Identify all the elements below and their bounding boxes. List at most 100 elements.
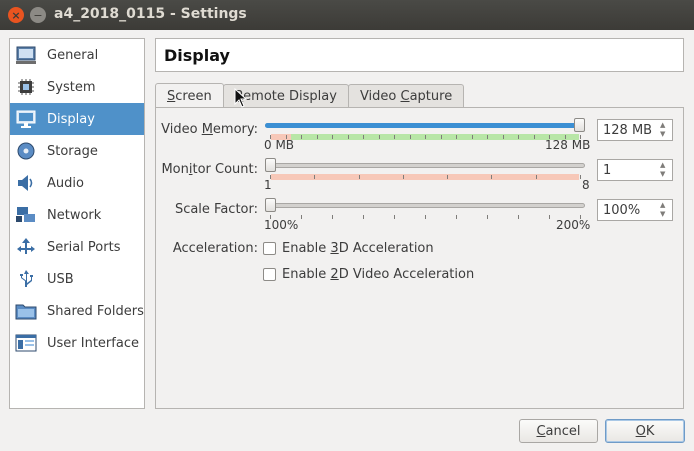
tab-video-capture[interactable]: Video Capture (347, 84, 465, 108)
ok-button[interactable]: OK (605, 419, 685, 443)
spin-up-icon[interactable]: ▲ (660, 202, 670, 209)
sidebar-item-usb[interactable]: USB (10, 263, 144, 295)
network-icon (14, 204, 38, 226)
close-window-button[interactable]: × (8, 7, 24, 23)
acceleration-label: Acceleration: (172, 241, 258, 256)
spinbox-value: 128 MB (603, 122, 653, 138)
scale-factor-spinbox[interactable]: 100% ▲ ▼ (597, 199, 673, 221)
spin-arrows[interactable]: ▲ ▼ (660, 162, 670, 178)
video-memory-min: 0 MB (264, 138, 295, 152)
slider-tick (471, 135, 473, 139)
slider-tick (316, 135, 318, 139)
spin-down-icon[interactable]: ▼ (660, 171, 670, 178)
slider-track (265, 163, 585, 168)
cancel-button[interactable]: Cancel (519, 419, 598, 443)
slider-handle[interactable] (574, 118, 585, 132)
tab-label: Video Capture (359, 89, 453, 104)
monitor-count-min: 1 (264, 178, 272, 192)
slider-tick (425, 135, 426, 139)
scale-factor-label: Scale Factor: (174, 202, 258, 217)
video-memory-label: Video Memory: (161, 122, 258, 137)
sidebar-item-general[interactable]: General (10, 39, 144, 71)
video-memory-spinbox[interactable]: 128 MB ▲ ▼ (597, 119, 673, 141)
sidebar-item-label: Shared Folders (47, 303, 144, 319)
video-memory-max: 128 MB (545, 138, 591, 152)
sidebar-item-display[interactable]: Display (10, 103, 144, 135)
slider-handle[interactable] (265, 198, 276, 212)
slider-tick (394, 215, 395, 219)
monitor-count-label: Monitor Count: (161, 162, 258, 177)
title-bar: × − a4_2018_0115 - Settings (0, 0, 694, 30)
checkbox-box[interactable] (263, 242, 276, 255)
spin-up-icon[interactable]: ▲ (660, 122, 670, 129)
slider-tick (358, 175, 360, 179)
checkbox-label: Enable 3D Acceleration (282, 241, 434, 256)
spin-up-icon[interactable]: ▲ (660, 162, 670, 169)
page-title: Display (164, 45, 230, 65)
slider-tick (425, 215, 426, 219)
sidebar-item-label: Audio (47, 175, 84, 191)
slider-tick (549, 215, 550, 219)
slider-tick (502, 135, 504, 139)
sidebar-item-label: Network (47, 207, 102, 223)
slider-tick (347, 135, 349, 139)
slider-tick (314, 175, 316, 179)
slider-tick (332, 135, 333, 139)
tab-bar: Screen Remote Display Video Capture (155, 83, 465, 108)
user-interface-icon (14, 332, 38, 354)
slider-ticks (265, 174, 585, 180)
window-title: a4_2018_0115 - Settings (54, 6, 247, 22)
sidebar-item-serial-ports[interactable]: Serial Ports (10, 231, 144, 263)
spin-arrows[interactable]: ▲ ▼ (660, 122, 670, 138)
slider-handle[interactable] (265, 158, 276, 172)
sidebar-item-storage[interactable]: Storage (10, 135, 144, 167)
slider-tick (447, 175, 449, 179)
slider-tick (378, 135, 380, 139)
display-icon (14, 108, 38, 130)
checkbox-box[interactable] (263, 268, 276, 281)
close-icon: × (11, 8, 21, 22)
minimize-window-button[interactable]: − (30, 7, 46, 23)
sidebar-item-user-interface[interactable]: User Interface (10, 327, 144, 359)
sidebar-item-label: Serial Ports (47, 239, 121, 255)
sidebar-item-system[interactable]: System (10, 71, 144, 103)
audio-icon (14, 172, 38, 194)
sidebar-item-shared-folders[interactable]: Shared Folders (10, 295, 144, 327)
sidebar-item-label: General (47, 47, 99, 63)
slider-tick (456, 215, 457, 219)
slider-tick (580, 175, 581, 179)
video-memory-slider[interactable] (265, 118, 585, 140)
enable-3d-acceleration-checkbox[interactable]: Enable 3D Acceleration (263, 241, 434, 256)
spinbox-value: 1 (603, 162, 612, 178)
tab-screen[interactable]: Screen (155, 83, 224, 108)
slider-tick (518, 215, 519, 219)
slider-tick (363, 135, 364, 139)
slider-ticks (265, 134, 585, 140)
sidebar-item-label: User Interface (47, 335, 139, 351)
checkbox-label: Enable 2D Video Acceleration (282, 267, 475, 282)
scale-factor-slider[interactable] (265, 198, 585, 219)
slider-tick (394, 135, 395, 139)
slider-tick (402, 175, 404, 179)
slider-tick (409, 135, 411, 139)
storage-icon (14, 140, 38, 162)
slider-tick (487, 135, 488, 139)
monitor-count-spinbox[interactable]: 1 ▲ ▼ (597, 159, 673, 181)
sidebar-item-audio[interactable]: Audio (10, 167, 144, 199)
spin-arrows[interactable]: ▲ ▼ (660, 202, 670, 218)
slider-tick (533, 135, 535, 139)
sidebar-item-network[interactable]: Network (10, 199, 144, 231)
spin-down-icon[interactable]: ▼ (660, 211, 670, 218)
settings-sidebar: General System Display Storage Audio Net… (9, 38, 145, 409)
sidebar-item-label: Storage (47, 143, 98, 159)
slider-tick (487, 215, 488, 219)
sidebar-item-label: Display (47, 111, 95, 127)
enable-2d-video-acceleration-checkbox[interactable]: Enable 2D Video Acceleration (263, 267, 474, 282)
slider-tick (301, 135, 302, 139)
monitor-count-slider[interactable] (265, 158, 585, 180)
minimize-icon: − (33, 8, 43, 22)
tab-label: Screen (167, 88, 212, 104)
spin-down-icon[interactable]: ▼ (660, 131, 670, 138)
slider-tick (518, 135, 519, 139)
monitor-count-max: 8 (582, 178, 590, 192)
